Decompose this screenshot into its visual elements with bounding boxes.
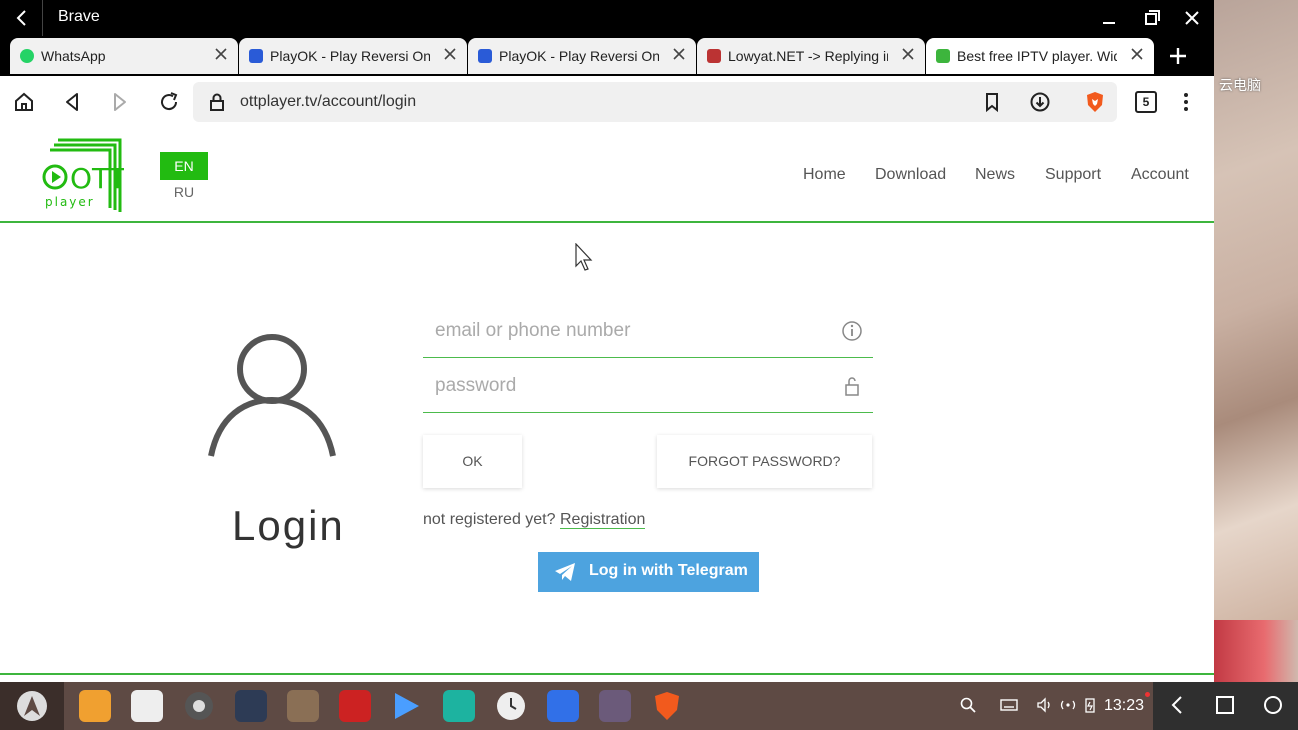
lang-en-button[interactable]: EN <box>160 152 208 180</box>
files-app-icon[interactable] <box>79 690 111 722</box>
password-placeholder: password <box>435 375 517 396</box>
keyboard-icon[interactable] <box>1000 696 1018 714</box>
logo-subtext: player <box>45 195 95 209</box>
download-icon[interactable] <box>1028 90 1052 114</box>
ok-button[interactable]: OK <box>423 435 522 488</box>
email-placeholder: email or phone number <box>435 320 631 341</box>
close-tab-icon[interactable] <box>1130 47 1144 61</box>
tab-title: PlayOK - Play Reversi Online <box>499 48 659 64</box>
mouse-cursor-icon <box>575 243 593 271</box>
window-titlebar: Brave <box>0 0 1214 36</box>
back-icon[interactable] <box>12 8 32 28</box>
web-page: OTT player EN RU Home Download News Supp… <box>0 128 1214 682</box>
unlock-icon[interactable] <box>841 375 863 397</box>
n-app-icon[interactable] <box>235 690 267 722</box>
address-bar[interactable]: ottplayer.tv/account/login <box>193 82 1117 122</box>
bookmark-icon[interactable] <box>980 90 1004 114</box>
tab-ottplayer[interactable]: Best free IPTV player. Widg <box>926 38 1154 74</box>
close-tab-icon[interactable] <box>443 47 457 61</box>
search-icon[interactable] <box>959 696 977 714</box>
tab-title: PlayOK - Play Reversi Online <box>270 48 430 64</box>
lang-ru-link[interactable]: RU <box>160 184 208 200</box>
nav-home-icon[interactable] <box>1262 694 1284 716</box>
nav-back-icon[interactable] <box>1167 694 1189 716</box>
ottplayer-icon <box>936 49 950 63</box>
tab-lowyat[interactable]: Lowyat.NET -> Replying in <box>697 38 925 74</box>
tab-title: WhatsApp <box>41 48 106 64</box>
telegram-icon <box>555 563 575 581</box>
battery-icon[interactable] <box>1081 696 1099 714</box>
tab-title: Lowyat.NET -> Replying in <box>728 48 888 64</box>
whatsapp-icon <box>20 49 34 63</box>
network-icon[interactable] <box>1059 696 1077 714</box>
tab-playok-2[interactable]: PlayOK - Play Reversi Online <box>468 38 696 74</box>
logo-text: OTT <box>70 162 124 195</box>
menu-kebab-icon[interactable] <box>1174 90 1198 114</box>
email-field[interactable]: email or phone number <box>423 306 873 358</box>
nav-support[interactable]: Support <box>1045 166 1101 184</box>
desktop-wallpaper <box>1214 0 1298 682</box>
window-title: Brave <box>58 8 100 25</box>
playok-icon <box>249 49 263 63</box>
n-green-app-icon[interactable] <box>443 690 475 722</box>
nav-download[interactable]: Download <box>875 166 946 184</box>
minimize-icon[interactable] <box>1099 8 1119 28</box>
tv-app-icon[interactable] <box>287 690 319 722</box>
close-tab-icon[interactable] <box>901 47 915 61</box>
close-tab-icon[interactable] <box>214 47 228 61</box>
settings-app-icon[interactable] <box>183 690 215 722</box>
not-registered-text: not registered yet? Registration <box>423 511 646 529</box>
nav-home[interactable]: Home <box>803 166 846 184</box>
url-text[interactable]: ottplayer.tv/account/login <box>240 93 416 111</box>
tab-title: Best free IPTV player. Widg <box>957 48 1117 64</box>
tab-whatsapp[interactable]: WhatsApp <box>10 38 238 74</box>
forward-nav-icon[interactable] <box>108 90 132 114</box>
brave-shields-icon[interactable] <box>1083 90 1107 114</box>
telegram-label: Log in with Telegram <box>589 562 748 579</box>
home-icon[interactable] <box>12 90 36 114</box>
reload-icon[interactable] <box>157 90 181 114</box>
close-window-icon[interactable] <box>1182 8 1202 28</box>
nav-recents-icon[interactable] <box>1214 694 1236 716</box>
play-store-icon[interactable] <box>391 690 423 722</box>
titlebar-separator <box>42 0 43 36</box>
info-icon[interactable] <box>841 320 863 342</box>
telegram-login-button[interactable]: Log in with Telegram <box>538 552 759 592</box>
notes-app-icon[interactable] <box>131 690 163 722</box>
user-avatar-icon <box>208 334 336 457</box>
playok-icon <box>478 49 492 63</box>
close-tab-icon[interactable] <box>672 47 686 61</box>
lowyat-icon <box>707 49 721 63</box>
tab-count-button[interactable]: 5 <box>1135 91 1157 113</box>
tab-bar: WhatsApp PlayOK - Play Reversi Online Pl… <box>0 36 1214 76</box>
login-heading: Login <box>232 502 345 549</box>
restore-icon[interactable] <box>1142 8 1162 28</box>
clock-app-icon[interactable] <box>495 690 527 722</box>
forgot-password-button[interactable]: FORGOT PASSWORD? <box>657 435 872 488</box>
q-app-icon[interactable] <box>547 690 579 722</box>
lock-icon[interactable] <box>205 90 229 114</box>
brave-app-icon[interactable] <box>651 690 683 722</box>
back-nav-icon[interactable] <box>60 90 84 114</box>
nav-account[interactable]: Account <box>1131 166 1189 184</box>
game-app-icon[interactable] <box>339 690 371 722</box>
browser-toolbar: ottplayer.tv/account/login 5 <box>0 76 1214 128</box>
tab-playok-1[interactable]: PlayOK - Play Reversi Online <box>239 38 467 74</box>
desktop-label: 云电脑 <box>1219 77 1261 93</box>
taskbar: 13:23 <box>0 682 1298 730</box>
wallpaper-object <box>1214 620 1298 682</box>
new-tab-icon[interactable] <box>1166 44 1190 68</box>
header-divider <box>0 221 1214 223</box>
ottplayer-logo[interactable]: OTT player <box>40 136 124 216</box>
volume-icon[interactable] <box>1036 696 1054 714</box>
notification-dot <box>1145 692 1150 697</box>
registration-link[interactable]: Registration <box>559 511 646 529</box>
not-registered-label: not registered yet? <box>423 511 556 528</box>
emulator-app-icon[interactable] <box>599 690 631 722</box>
password-field[interactable]: password <box>423 361 873 413</box>
start-menu-icon[interactable] <box>16 690 48 722</box>
clock[interactable]: 13:23 <box>1104 697 1144 715</box>
footer-divider <box>0 673 1214 675</box>
nav-news[interactable]: News <box>975 166 1015 184</box>
